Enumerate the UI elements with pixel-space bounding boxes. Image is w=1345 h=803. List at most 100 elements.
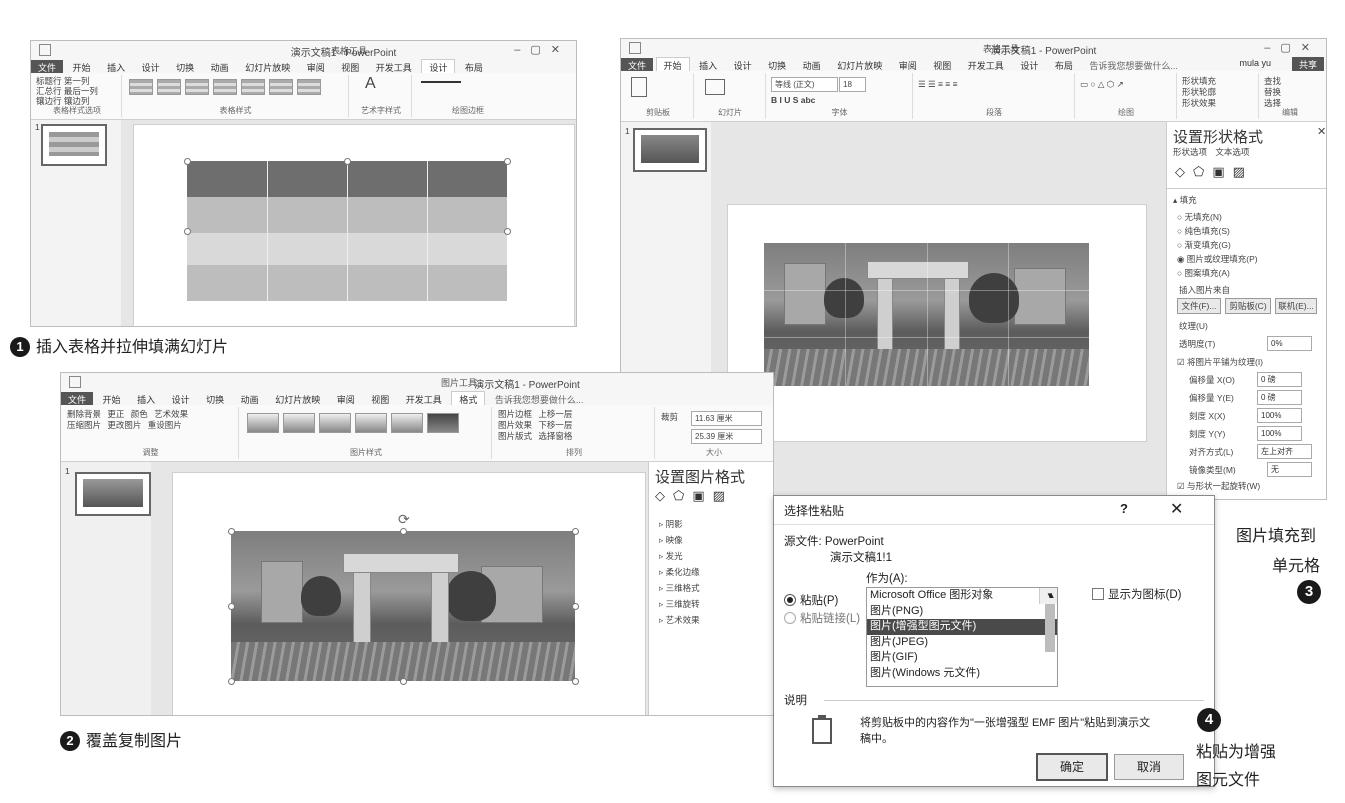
step3-slide-thumbnail[interactable]	[633, 128, 707, 172]
save-icon[interactable]	[39, 44, 51, 56]
new-slide-icon[interactable]	[705, 79, 725, 95]
shape-outline-button[interactable]: 形状轮廓	[1182, 87, 1216, 97]
paste-link-radio-label[interactable]: 粘贴链接(L)	[800, 610, 860, 626]
resize-handle[interactable]	[228, 603, 235, 610]
show-as-icon-checkbox[interactable]	[1092, 588, 1104, 600]
format-option[interactable]: 图片(PNG)	[867, 604, 1057, 620]
effect-reflection[interactable]: ▹ 映像	[659, 532, 700, 548]
compress-pictures-button[interactable]: 压缩图片	[67, 420, 101, 430]
send-backward-button[interactable]: 下移一层	[538, 420, 572, 430]
pane-tab-shape-options[interactable]: 形状选项	[1173, 147, 1207, 157]
shape-fill-button[interactable]: 形状填充	[1182, 76, 1216, 86]
resize-handle[interactable]	[400, 678, 407, 685]
table-style-swatch[interactable]	[241, 79, 265, 95]
help-button[interactable]: ?	[1120, 501, 1128, 516]
scale-y-field[interactable]: 100%	[1257, 426, 1302, 441]
online-button[interactable]: 联机(E)...	[1275, 298, 1317, 314]
picture-layout-button[interactable]: 图片版式	[498, 431, 532, 441]
inserted-table[interactable]	[184, 158, 511, 301]
size-properties-icon[interactable]: ▣	[692, 488, 712, 503]
pen-style-icon[interactable]	[421, 81, 461, 83]
step1-checkbox[interactable]: 标题行	[36, 76, 62, 86]
picture-style-swatch[interactable]	[427, 413, 459, 433]
resize-handle[interactable]	[400, 528, 407, 535]
save-icon[interactable]	[629, 42, 641, 54]
resize-handle[interactable]	[504, 228, 511, 235]
crop-button[interactable]: 裁剪	[661, 411, 678, 423]
format-option-selected[interactable]: 图片(增强型图元文件)	[867, 619, 1057, 635]
shapes-gallery-icon[interactable]: ▭ ○ △ ⬡ ↗	[1080, 79, 1124, 90]
shape-effects-button[interactable]: 形状效果	[1182, 98, 1216, 108]
paragraph-icons[interactable]: ☰ ☰ ≡ ≡ ≡	[918, 79, 958, 90]
step1-checkbox[interactable]: 汇总行	[36, 86, 62, 96]
listbox-scrollbar[interactable]: ▲ ▼	[1039, 588, 1057, 652]
step3-window-controls[interactable]: –▢✕	[1264, 41, 1320, 54]
remove-background-button[interactable]: 删除背景	[67, 409, 101, 419]
step3-share-button[interactable]: 共享	[1291, 57, 1324, 72]
resize-handle[interactable]	[228, 528, 235, 535]
picture-style-swatch[interactable]	[319, 413, 351, 433]
table-style-swatch[interactable]	[269, 79, 293, 95]
cancel-button[interactable]: 取消	[1114, 754, 1184, 780]
pane-tab-text-options[interactable]: 文本选项	[1215, 147, 1249, 157]
fill-option-solid[interactable]: ○ 纯色填充(S)	[1177, 224, 1258, 238]
scroll-down-icon[interactable]: ▼	[1040, 588, 1057, 604]
step1-slide-thumbnail[interactable]	[41, 124, 107, 166]
resize-handle[interactable]	[572, 528, 579, 535]
effect-glow[interactable]: ▹ 发光	[659, 548, 700, 564]
offset-x-field[interactable]: 0 磅	[1257, 372, 1302, 387]
replace-button[interactable]: 替换	[1264, 87, 1281, 97]
picture-effects-button[interactable]: 图片效果	[498, 420, 532, 430]
find-button[interactable]: 查找	[1264, 76, 1281, 86]
fill-line-icon[interactable]: ◇	[1175, 164, 1193, 179]
mirror-select[interactable]: 无	[1267, 462, 1312, 477]
scroll-thumb[interactable]	[1045, 603, 1055, 652]
selection-pane-button[interactable]: 选择窗格	[538, 431, 572, 441]
fill-line-icon[interactable]: ◇	[655, 488, 673, 503]
rotate-handle-icon[interactable]: ⟳	[398, 511, 410, 528]
reset-picture-button[interactable]: 重设图片	[148, 420, 182, 430]
fill-section-header[interactable]: ▴ 填充	[1173, 194, 1197, 206]
format-option[interactable]: 图片(GIF)	[867, 650, 1057, 666]
width-field[interactable]: 25.39 厘米	[691, 429, 762, 444]
picture-icon[interactable]: ▨	[1233, 164, 1253, 179]
step1-window-controls[interactable]: –▢✕	[514, 43, 570, 56]
resize-handle[interactable]	[184, 228, 191, 235]
show-as-icon-label[interactable]: 显示为图标(D)	[1108, 586, 1181, 602]
scale-x-field[interactable]: 100%	[1257, 408, 1302, 423]
picture-style-swatch[interactable]	[391, 413, 423, 433]
picture-style-swatch[interactable]	[283, 413, 315, 433]
picture-icon[interactable]: ▨	[713, 488, 733, 503]
format-listbox[interactable]: Microsoft Office 图形对象 图片(PNG) 图片(增强型图元文件…	[866, 587, 1058, 687]
rotate-with-shape-checkbox[interactable]: ☑ 与形状一起旋转(W)	[1177, 480, 1260, 492]
fill-option-pattern[interactable]: ○ 图案填充(A)	[1177, 266, 1258, 280]
corrections-button[interactable]: 更正	[107, 409, 124, 419]
tile-checkbox[interactable]: ☑ 将图片平铺为纹理(I)	[1177, 356, 1263, 368]
paste-icon[interactable]	[631, 77, 647, 97]
paste-link-radio[interactable]	[784, 612, 796, 624]
format-option[interactable]: 图片(JPEG)	[867, 635, 1057, 651]
table-style-swatch[interactable]	[185, 79, 209, 95]
picture-border-button[interactable]: 图片边框	[498, 409, 532, 419]
resize-handle[interactable]	[572, 603, 579, 610]
paste-radio-label[interactable]: 粘贴(P)	[800, 592, 838, 608]
table-style-swatch[interactable]	[297, 79, 321, 95]
wordart-a-icon[interactable]: A	[351, 75, 411, 93]
copied-picture[interactable]	[231, 531, 575, 681]
effects-icon[interactable]: ⬠	[1193, 164, 1212, 179]
resize-handle[interactable]	[344, 158, 351, 165]
resize-handle[interactable]	[572, 678, 579, 685]
fill-option-picture[interactable]: ◉ 图片或纹理填充(P)	[1177, 252, 1258, 266]
table-picture-fill[interactable]	[764, 243, 1089, 386]
effect-3d-rotation[interactable]: ▹ 三维旋转	[659, 596, 700, 612]
step1-checkbox[interactable]: 第一列	[64, 76, 90, 86]
font-size-box[interactable]: 18	[839, 77, 866, 92]
effect-shadow[interactable]: ▹ 阴影	[659, 516, 700, 532]
transparency-field[interactable]: 0%	[1267, 336, 1312, 351]
file-button[interactable]: 文件(F)...	[1177, 298, 1221, 314]
save-icon[interactable]	[69, 376, 81, 388]
picture-style-swatch[interactable]	[355, 413, 387, 433]
pane-close-icon[interactable]: ✕	[1317, 125, 1326, 138]
resize-handle[interactable]	[184, 158, 191, 165]
height-field[interactable]: 11.63 厘米	[691, 411, 762, 426]
